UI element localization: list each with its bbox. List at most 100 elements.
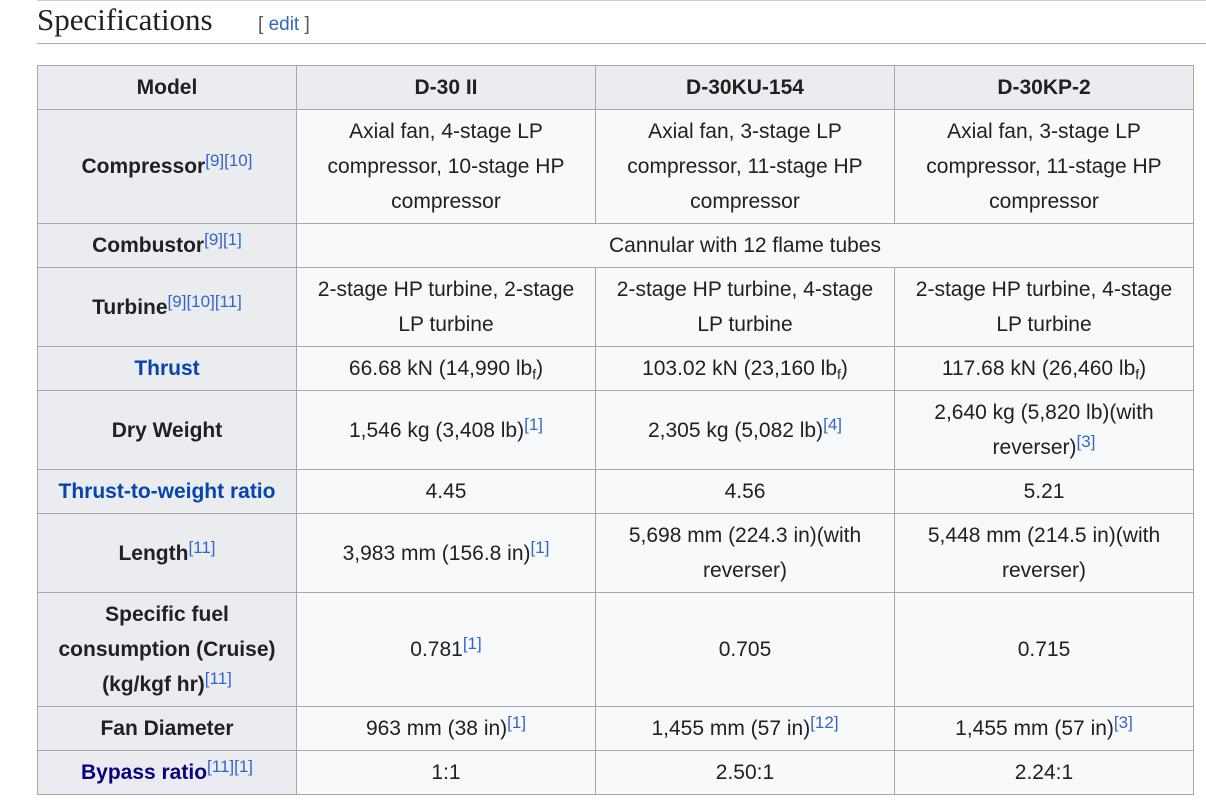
cell-dry-weight-d30-ii: 1,546 kg (3,408 lb)[1]	[296, 390, 596, 470]
table-row: Compressor[9][10] Axial fan, 4-stage LP …	[37, 109, 1194, 224]
header-d30kp-2: D-30KP-2	[894, 65, 1194, 110]
reference-link[interactable]: [11]	[215, 292, 242, 311]
reference-link[interactable]: [9]	[205, 151, 224, 170]
cell-length-d30kp-2: 5,448 mm (214.5 in)(with reverser)	[894, 513, 1194, 593]
reference-link[interactable]: [10]	[224, 151, 252, 170]
reference: [1]	[463, 634, 482, 653]
header-model: Model	[37, 65, 297, 110]
reference-link[interactable]: [3]	[1114, 713, 1133, 732]
table-row: Thrust-to-weight ratio 4.45 4.56 5.21	[37, 469, 1194, 514]
header-d30-ii: D-30 II	[296, 65, 596, 110]
thrust-to-weight-link[interactable]: Thrust-to-weight ratio	[59, 480, 276, 503]
cell-dry-weight-d30kp-2: 2,640 kg (5,820 lb)(with reverser)[3]	[894, 390, 1194, 470]
reference-link[interactable]: [11]	[205, 669, 232, 688]
cell-thrust-d30kp-2: 117.68 kN (26,460 lbf)	[894, 346, 1194, 391]
cell-text: 2,305 kg (5,082 lb)	[647, 418, 824, 442]
cell-compressor-d30ku-154: Axial fan, 3-stage LP compressor, 11-sta…	[595, 109, 895, 224]
cell-sfc-d30-ii: 0.781[1]	[296, 592, 596, 707]
cell-fan-d30ku-154: 1,455 mm (57 in)[12]	[595, 706, 895, 751]
section-title: Specifications	[37, 2, 213, 37]
table-row: Turbine[9][10][11] 2-stage HP turbine, 2…	[37, 267, 1194, 347]
cell-thrust-d30-ii: 66.68 kN (14,990 lbf)	[296, 346, 596, 391]
cell-turbine-d30-ii: 2-stage HP turbine, 2-stage LP turbine	[296, 267, 596, 347]
cell-text: 1,455 mm (57 in)	[955, 717, 1114, 740]
cell-bypass-d30ku-154: 2.50:1	[595, 750, 895, 795]
row-label-text: Specific fuel consumption (Cruise) (kg/k…	[58, 603, 276, 696]
reference: [9][10]	[205, 151, 252, 170]
cell-sfc-d30ku-154: 0.705	[595, 592, 895, 707]
cell-combustor-all: Cannular with 12 flame tubes	[296, 223, 1194, 268]
edit-section: [ edit ]	[258, 14, 310, 36]
row-label-sfc: Specific fuel consumption (Cruise) (kg/k…	[37, 592, 297, 707]
cell-text: 0.781	[410, 638, 463, 661]
cell-length-d30ku-154: 5,698 mm (224.3 in)(with reverser)	[595, 513, 895, 593]
edit-bracket-close: ]	[304, 14, 310, 35]
reference-link[interactable]: [1]	[463, 634, 482, 653]
header-d30ku-154: D-30KU-154	[595, 65, 895, 110]
reference: [9][10][11]	[168, 292, 242, 311]
cell-text: 3,983 mm (156.8 in)	[342, 541, 531, 565]
cell-twr-d30ku-154: 4.56	[595, 469, 895, 514]
cell-bypass-d30kp-2: 2.24:1	[894, 750, 1194, 795]
cell-compressor-d30-ii: Axial fan, 4-stage LP compressor, 10-sta…	[296, 109, 596, 224]
table-row: Combustor[9][1] Cannular with 12 flame t…	[37, 223, 1194, 268]
reference: [1]	[524, 415, 543, 434]
reference: [9][1]	[204, 230, 242, 249]
reference: [3]	[1077, 432, 1096, 451]
cell-text: 1,546 kg (3,408 lb)	[348, 418, 525, 442]
reference-link[interactable]: [10]	[186, 292, 214, 311]
cell-twr-d30kp-2: 5.21	[894, 469, 1194, 514]
row-label-length: Length[11]	[37, 513, 297, 593]
cell-text-end: )	[840, 357, 848, 380]
reference-link[interactable]: [11]	[207, 757, 234, 776]
table-header-row: Model D-30 II D-30KU-154 D-30KP-2	[37, 65, 1194, 110]
cell-text-end: )	[1139, 357, 1147, 380]
cell-dry-weight-d30ku-154: 2,305 kg (5,082 lb)[4]	[595, 390, 895, 470]
table-row: Fan Diameter 963 mm (38 in)[1] 1,455 mm …	[37, 706, 1194, 751]
reference: [12]	[810, 713, 838, 732]
row-label-fan-diameter: Fan Diameter	[37, 706, 297, 751]
reference: [11]	[205, 669, 232, 688]
cell-fan-d30kp-2: 1,455 mm (57 in)[3]	[894, 706, 1194, 751]
reference-link[interactable]: [12]	[810, 713, 838, 732]
reference-link[interactable]: [11]	[188, 538, 215, 557]
reference-link[interactable]: [3]	[1077, 432, 1096, 451]
row-label-dry-weight: Dry Weight	[37, 390, 297, 470]
cell-text: 963 mm (38 in)	[365, 717, 508, 740]
reference: [11][1]	[207, 757, 253, 776]
cell-bypass-d30-ii: 1:1	[296, 750, 596, 795]
reference-link[interactable]: [1]	[234, 757, 253, 776]
reference-link[interactable]: [9]	[204, 230, 223, 249]
cell-text: 117.68 kN (26,460 lb	[941, 357, 1136, 380]
cell-text: 1,455 mm (57 in)	[651, 717, 811, 740]
row-label-text: Compressor	[81, 155, 206, 178]
row-label-text: Length	[118, 541, 189, 565]
reference-link[interactable]: [9]	[168, 292, 187, 311]
cell-length-d30-ii: 3,983 mm (156.8 in)[1]	[296, 513, 596, 593]
bypass-ratio-link[interactable]: Bypass ratio	[81, 761, 207, 784]
edit-link[interactable]: edit	[269, 14, 300, 35]
row-label-thrust-to-weight: Thrust-to-weight ratio	[37, 469, 297, 514]
cell-compressor-d30kp-2: Axial fan, 3-stage LP compressor, 11-sta…	[894, 109, 1194, 224]
reference: [4]	[823, 415, 842, 434]
reference: [1]	[531, 538, 550, 557]
reference: [11]	[188, 538, 215, 557]
reference-link[interactable]: [1]	[223, 230, 242, 249]
cell-text: 66.68 kN (14,990 lb	[348, 357, 533, 380]
reference-link[interactable]: [1]	[507, 713, 526, 732]
cell-twr-d30-ii: 4.45	[296, 469, 596, 514]
reference-link[interactable]: [1]	[531, 538, 550, 557]
cell-text: 103.02 kN (23,160 lb	[642, 357, 838, 380]
reference-link[interactable]: [1]	[524, 415, 543, 434]
row-label-text: Turbine	[92, 295, 168, 319]
cell-text-end: )	[536, 357, 544, 380]
thrust-link[interactable]: Thrust	[134, 357, 199, 380]
section-heading: Specifications [ edit ]	[37, 0, 1206, 44]
reference: [3]	[1114, 713, 1133, 732]
row-label-turbine: Turbine[9][10][11]	[37, 267, 297, 347]
cell-turbine-d30ku-154: 2-stage HP turbine, 4-stage LP turbine	[595, 267, 895, 347]
cell-fan-d30-ii: 963 mm (38 in)[1]	[296, 706, 596, 751]
table-row: Length[11] 3,983 mm (156.8 in)[1] 5,698 …	[37, 513, 1194, 593]
reference-link[interactable]: [4]	[823, 415, 842, 434]
cell-sfc-d30kp-2: 0.715	[894, 592, 1194, 707]
